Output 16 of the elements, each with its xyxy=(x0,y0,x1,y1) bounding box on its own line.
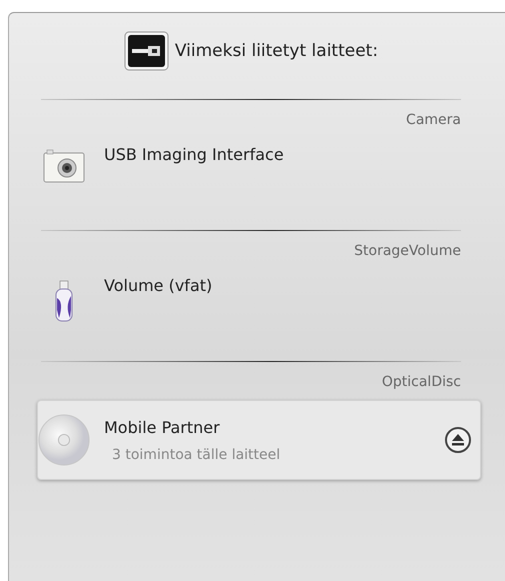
device-item[interactable]: USB Imaging Interface xyxy=(37,138,481,218)
device-item[interactable]: Volume (vfat) xyxy=(37,269,481,349)
disc-icon xyxy=(38,412,90,468)
camera-icon xyxy=(43,149,85,183)
actions-count: 3 toimintoa tälle laitteel xyxy=(111,446,282,462)
category-label: OpticalDisc xyxy=(380,374,461,390)
usb-stick-icon xyxy=(55,280,73,322)
popup-title: Viimeksi liitetyt laitteet: xyxy=(174,41,378,61)
device-name: Volume (vfat) xyxy=(104,276,214,295)
category-label: StorageVolume xyxy=(353,243,461,259)
device-name: USB Imaging Interface xyxy=(104,145,285,164)
category-label: Camera xyxy=(405,112,461,128)
eject-button[interactable] xyxy=(444,426,472,454)
device-item[interactable]: Mobile Partner 3 toimintoa tälle laitteel xyxy=(37,400,481,480)
usb-plug-icon xyxy=(124,31,169,71)
device-name: Mobile Partner xyxy=(104,418,221,436)
